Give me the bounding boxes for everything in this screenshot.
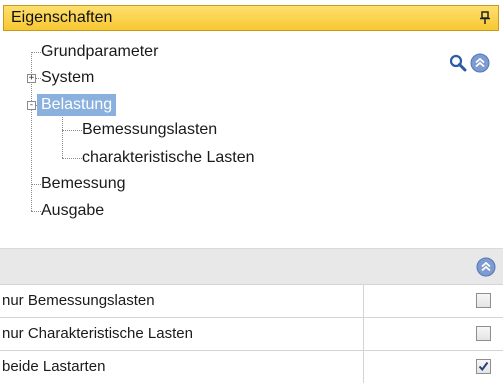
double-chevron-up-icon[interactable] bbox=[470, 53, 490, 73]
search-icon[interactable] bbox=[449, 54, 467, 72]
checkbox[interactable] bbox=[476, 326, 491, 341]
property-row: nur Charakteristische Lasten bbox=[0, 317, 503, 350]
property-row: nur Bemessungslasten bbox=[0, 284, 503, 317]
checkbox[interactable] bbox=[476, 293, 491, 308]
property-label: nur Charakteristische Lasten bbox=[2, 325, 193, 342]
tree-item-charakteristische-lasten[interactable]: charakteristische Lasten bbox=[82, 147, 255, 169]
property-grid: nur Bemessungslasten nur Charakteristisc… bbox=[0, 248, 503, 383]
tree-item-bemessungslasten[interactable]: Bemessungslasten bbox=[82, 119, 217, 141]
collapse-belastung-toggle[interactable]: - bbox=[27, 101, 36, 110]
property-row: beide Lastarten bbox=[0, 350, 503, 383]
tree-item-grundparameter[interactable]: Grundparameter bbox=[41, 41, 158, 63]
property-grid-header bbox=[0, 248, 503, 284]
tree-item-belastung[interactable]: Belastung bbox=[37, 94, 117, 116]
checkbox-checked[interactable] bbox=[476, 359, 491, 374]
tree-item-bemessung[interactable]: Bemessung bbox=[41, 173, 126, 195]
tree-item-ausgabe[interactable]: Ausgabe bbox=[41, 200, 104, 222]
tree-item-system[interactable]: System bbox=[41, 67, 94, 89]
property-label: beide Lastarten bbox=[2, 358, 106, 375]
property-tree: + - Grundparameter System Belastung Beme… bbox=[0, 0, 503, 235]
expand-system-toggle[interactable]: + bbox=[27, 74, 36, 83]
double-chevron-up-icon[interactable] bbox=[476, 257, 496, 277]
property-label: nur Bemessungslasten bbox=[2, 292, 155, 309]
